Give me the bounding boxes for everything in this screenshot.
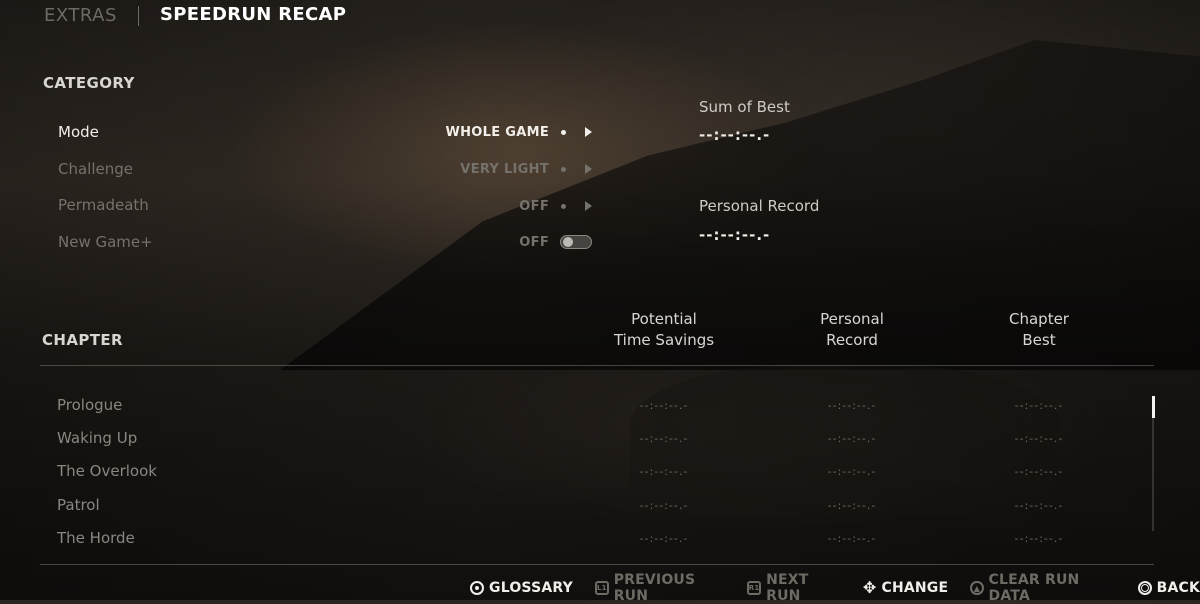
chapter-row-personal: --:--:--.-: [827, 399, 877, 412]
chapter-row-potential: --:--:--.-: [639, 399, 689, 412]
r1-icon: R1: [747, 581, 762, 595]
option-challenge-arrow-right-icon[interactable]: [585, 164, 592, 174]
option-permadeath-dot-icon: [561, 204, 566, 209]
back-label: BACK: [1156, 580, 1200, 596]
toggle-knob: [563, 237, 573, 247]
column-potential-line2: Time Savings: [613, 331, 715, 349]
chapter-scrollbar-thumb[interactable]: [1152, 396, 1155, 418]
option-new-game-plus-label[interactable]: New Game+: [58, 233, 153, 251]
chapter-row-potential: --:--:--.-: [639, 465, 689, 478]
glossary-button[interactable]: GLOSSARY: [470, 580, 573, 596]
column-best-line1: Chapter: [1009, 310, 1069, 328]
glossary-label: GLOSSARY: [489, 580, 573, 596]
option-mode-dot-icon: [561, 130, 566, 135]
sum-of-best-value: --:--:--.-: [699, 126, 771, 144]
option-new-game-plus-value[interactable]: OFF: [349, 235, 549, 250]
option-permadeath-label[interactable]: Permadeath: [58, 196, 149, 214]
option-challenge-dot-icon: [561, 167, 566, 172]
next-run-button[interactable]: R1 NEXT RUN: [747, 572, 841, 604]
personal-record-label: Personal Record: [699, 197, 820, 215]
chapter-row-name[interactable]: Patrol: [57, 496, 100, 514]
column-personal-line1: Personal: [820, 310, 884, 328]
column-best-line2: Best: [1022, 331, 1056, 349]
chapter-row-best: --:--:--.-: [1014, 499, 1064, 512]
chapter-row-name[interactable]: Prologue: [57, 396, 122, 414]
footer-button-bar: GLOSSARY L1 PREVIOUS RUN R1 NEXT RUN ✥ C…: [470, 572, 1200, 604]
tab-extras[interactable]: EXTRAS: [44, 5, 117, 26]
column-chapter-best: Chapter Best: [979, 309, 1099, 351]
option-mode-label[interactable]: Mode: [58, 123, 99, 141]
option-mode-arrow-right-icon[interactable]: [585, 127, 592, 137]
chapter-row-best: --:--:--.-: [1014, 532, 1064, 545]
chapter-row-personal: --:--:--.-: [827, 532, 877, 545]
column-personal-line2: Record: [826, 331, 878, 349]
new-game-plus-toggle[interactable]: [560, 235, 592, 249]
chapter-row-name[interactable]: Waking Up: [57, 429, 137, 447]
chapter-row-potential: --:--:--.-: [639, 499, 689, 512]
circle-icon: [1137, 581, 1152, 595]
personal-record-value: --:--:--.-: [699, 226, 771, 244]
option-challenge-value[interactable]: VERY LIGHT: [349, 162, 549, 177]
touchpad-icon: [470, 581, 484, 595]
chapter-row-name[interactable]: The Overlook: [57, 462, 157, 480]
chapter-row-best: --:--:--.-: [1014, 432, 1064, 445]
footer-divider: [40, 564, 1154, 565]
change-button[interactable]: ✥ CHANGE: [862, 578, 949, 597]
l1-icon: L1: [594, 581, 609, 595]
triangle-icon: ▲: [970, 581, 984, 595]
option-permadeath-arrow-right-icon[interactable]: [585, 201, 592, 211]
column-potential-line1: Potential: [631, 310, 697, 328]
column-potential-time-savings: Potential Time Savings: [594, 309, 734, 351]
next-run-label: NEXT RUN: [766, 572, 809, 604]
chapter-row-personal: --:--:--.-: [827, 432, 877, 445]
chapter-row-best: --:--:--.-: [1014, 399, 1064, 412]
tab-separator: [138, 6, 139, 26]
previous-run-button[interactable]: L1 PREVIOUS RUN: [594, 572, 725, 604]
table-divider: [40, 365, 1154, 366]
option-permadeath-value[interactable]: OFF: [349, 199, 549, 214]
change-label: CHANGE: [881, 580, 949, 596]
chapter-row-best: --:--:--.-: [1014, 465, 1064, 478]
option-mode-value[interactable]: WHOLE GAME: [349, 125, 549, 140]
category-title: CATEGORY: [43, 74, 135, 92]
chapter-row-personal: --:--:--.-: [827, 499, 877, 512]
chapter-title: CHAPTER: [42, 331, 123, 349]
chapter-row-potential: --:--:--.-: [639, 432, 689, 445]
column-personal-record: Personal Record: [792, 309, 912, 351]
sum-of-best-label: Sum of Best: [699, 98, 790, 116]
back-button[interactable]: BACK: [1137, 580, 1200, 596]
clear-run-data-label: CLEAR RUN DATA: [988, 572, 1080, 604]
option-challenge-label[interactable]: Challenge: [58, 160, 133, 178]
clear-run-data-button[interactable]: ▲ CLEAR RUN DATA: [970, 572, 1115, 604]
chapter-row-potential: --:--:--.-: [639, 532, 689, 545]
dpad-icon: ✥: [862, 578, 877, 597]
previous-run-label: PREVIOUS RUN: [613, 572, 696, 604]
chapter-row-name[interactable]: The Horde: [57, 529, 135, 547]
tab-speedrun-recap[interactable]: SPEEDRUN RECAP: [160, 4, 346, 25]
chapter-row-personal: --:--:--.-: [827, 465, 877, 478]
